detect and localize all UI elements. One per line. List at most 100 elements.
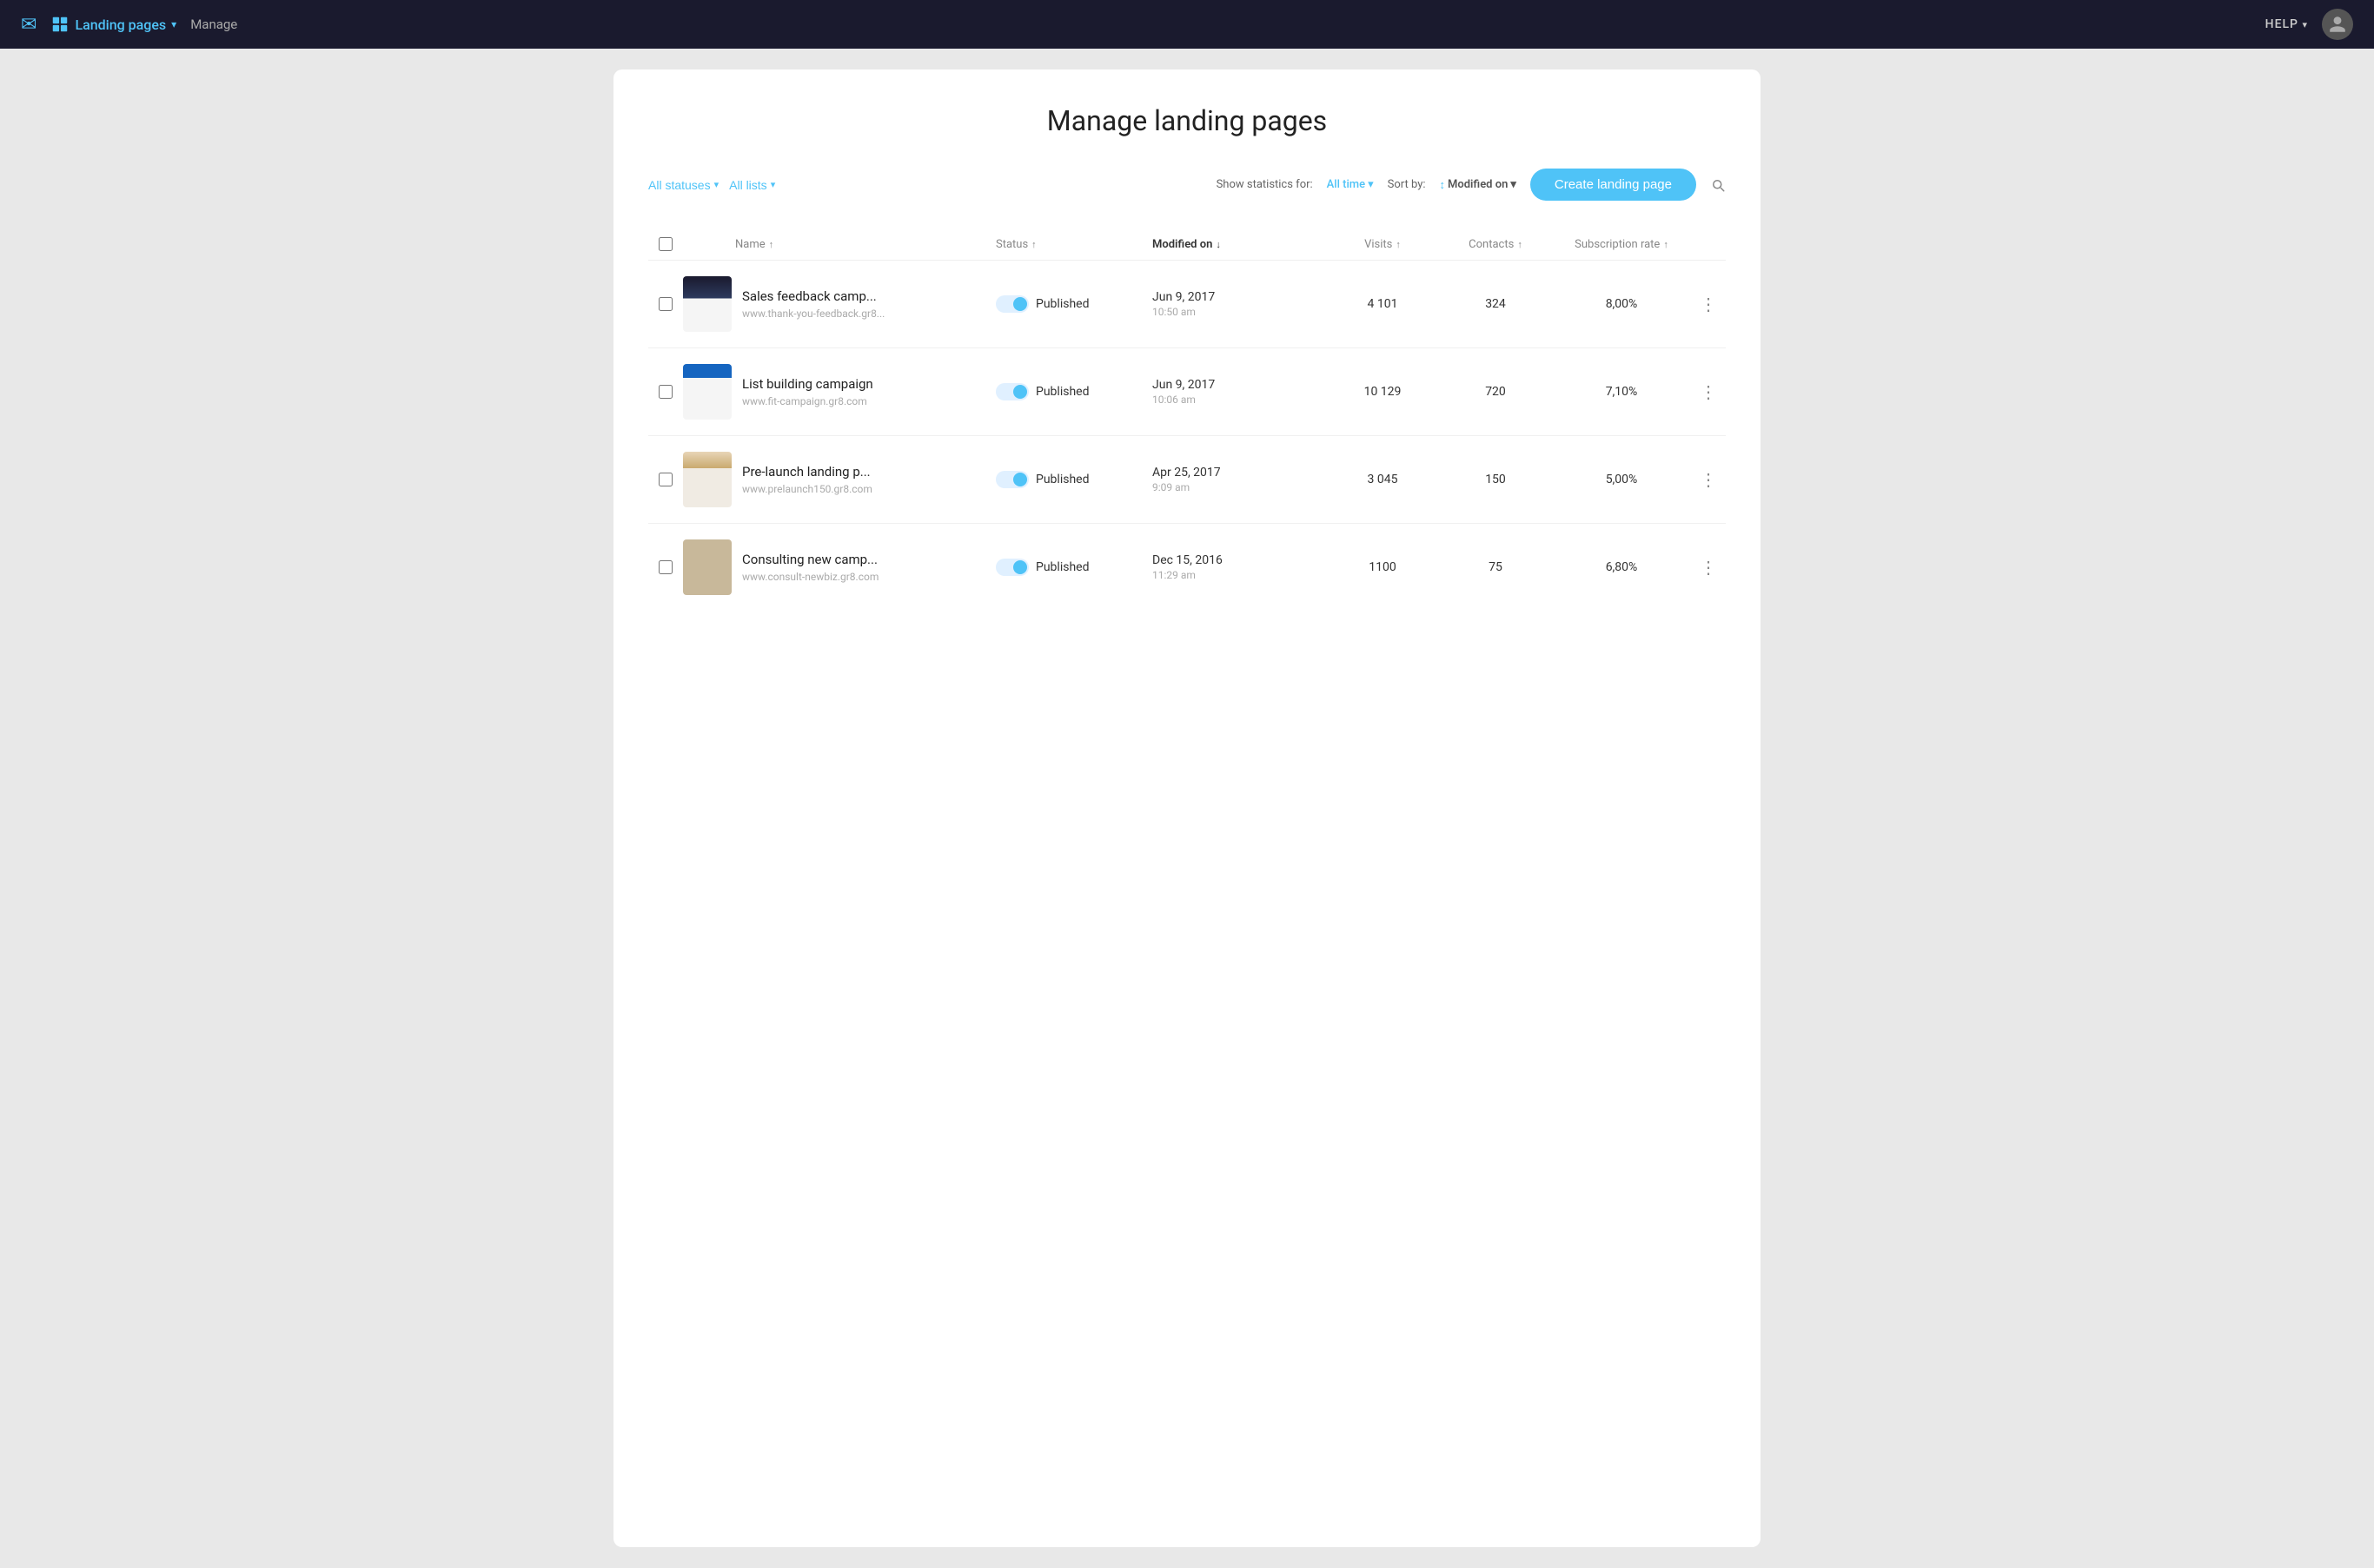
row-more-button-1[interactable]: ⋮ (1691, 381, 1726, 402)
row-url-2: www.prelaunch150.gr8.com (742, 483, 989, 495)
row-name-0: Sales feedback camp... (742, 288, 989, 304)
row-checkbox-1[interactable] (659, 385, 673, 399)
row-checkbox-cell-1[interactable] (648, 385, 683, 399)
toggle-knob-0 (1013, 297, 1027, 311)
landing-pages-nav[interactable]: Landing pages ▾ (50, 15, 176, 34)
row-rate-2: 5,00% (1552, 473, 1691, 486)
status-toggle-0[interactable] (996, 295, 1029, 313)
toolbar-actions: Show statistics for: All time ▾ Sort by:… (1217, 169, 1726, 201)
grid-icon (50, 15, 70, 34)
row-date-cell-0: Jun 9, 2017 10:50 am (1152, 290, 1326, 318)
row-url-1: www.fit-campaign.gr8.com (742, 395, 989, 407)
row-status-2: Published (996, 471, 1152, 488)
row-name-2: Pre-launch landing p... (742, 464, 989, 480)
stats-label: Show statistics for: (1217, 178, 1313, 191)
row-visits-1: 10 129 (1326, 385, 1439, 399)
row-status-3: Published (996, 559, 1152, 576)
row-time-0: 10:50 am (1152, 306, 1326, 318)
row-thumbnail-2 (683, 452, 732, 507)
select-all-checkbox[interactable] (659, 237, 673, 251)
row-info-1: List building campaign www.fit-campaign.… (735, 376, 996, 407)
search-button[interactable] (1710, 177, 1726, 193)
sort-selector[interactable]: ↕ Modified on ▾ (1440, 178, 1516, 192)
col-modified-header[interactable]: Modified on ↓ (1152, 238, 1326, 251)
status-toggle-2[interactable] (996, 471, 1029, 488)
stats-time-selector[interactable]: All time ▾ (1327, 178, 1374, 191)
main-content: Manage landing pages All statuses ▾ All … (613, 69, 1761, 1547)
table-row: Consulting new camp... www.consult-newbi… (648, 524, 1726, 611)
row-date-2: Apr 25, 2017 (1152, 466, 1326, 480)
landing-pages-label: Landing pages (75, 17, 166, 33)
chevron-down-icon: ▾ (171, 18, 176, 30)
row-checkbox-0[interactable] (659, 297, 673, 311)
row-rate-3: 6,80% (1552, 560, 1691, 574)
user-icon (2328, 15, 2347, 34)
row-url-3: www.consult-newbiz.gr8.com (742, 571, 989, 583)
col-rate-header[interactable]: Subscription rate ↑ (1552, 238, 1691, 251)
create-landing-page-button[interactable]: Create landing page (1530, 169, 1696, 201)
thumb-image-2 (683, 452, 732, 507)
help-chevron-icon: ▾ (2302, 19, 2308, 30)
rate-sort-icon: ↑ (1663, 239, 1668, 250)
toolbar: All statuses ▾ All lists ▾ Show statisti… (648, 169, 1726, 201)
table-header: Name ↑ Status ↑ Modified on ↓ Visits ↑ C… (648, 228, 1726, 261)
thumb-image-1 (683, 364, 732, 420)
visits-sort-icon: ↑ (1396, 239, 1401, 250)
row-name-3: Consulting new camp... (742, 552, 989, 567)
row-checkbox-cell-0[interactable] (648, 297, 683, 311)
header-checkbox-cell[interactable] (648, 237, 683, 251)
sort-arrow-icon: ↕ (1440, 178, 1446, 192)
row-info-0: Sales feedback camp... www.thank-you-fee… (735, 288, 996, 320)
sort-label: Sort by: (1388, 178, 1426, 191)
row-rate-0: 8,00% (1552, 297, 1691, 311)
col-contacts-header[interactable]: Contacts ↑ (1439, 238, 1552, 251)
page-title: Manage landing pages (648, 104, 1726, 137)
toggle-knob-3 (1013, 560, 1027, 574)
lists-chevron-icon: ▾ (771, 179, 776, 190)
filter-lists-button[interactable]: All lists ▾ (729, 178, 775, 192)
row-checkbox-cell-2[interactable] (648, 473, 683, 486)
status-toggle-1[interactable] (996, 383, 1029, 400)
row-checkbox-cell-3[interactable] (648, 560, 683, 574)
row-date-3: Dec 15, 2016 (1152, 553, 1326, 567)
row-thumbnail-0 (683, 276, 732, 332)
row-info-3: Consulting new camp... www.consult-newbi… (735, 552, 996, 583)
row-visits-2: 3 045 (1326, 473, 1439, 486)
manage-label: Manage (190, 17, 237, 32)
row-more-button-2[interactable]: ⋮ (1691, 469, 1726, 490)
thumb-image-0 (683, 276, 732, 332)
row-more-button-3[interactable]: ⋮ (1691, 557, 1726, 578)
row-time-1: 10:06 am (1152, 394, 1326, 406)
table-row: Pre-launch landing p... www.prelaunch150… (648, 436, 1726, 524)
row-info-2: Pre-launch landing p... www.prelaunch150… (735, 464, 996, 495)
modified-sort-icon: ↓ (1216, 239, 1221, 250)
help-menu[interactable]: HELP ▾ (2265, 17, 2308, 31)
row-name-1: List building campaign (742, 376, 989, 392)
row-more-button-0[interactable]: ⋮ (1691, 294, 1726, 314)
toolbar-filters: All statuses ▾ All lists ▾ (648, 178, 775, 192)
email-icon: ✉ (21, 14, 36, 36)
row-thumbnail-1 (683, 364, 732, 420)
table-body: Sales feedback camp... www.thank-you-fee… (648, 261, 1726, 611)
col-status-header[interactable]: Status ↑ (996, 238, 1152, 251)
contacts-sort-icon: ↑ (1517, 239, 1522, 250)
status-sort-icon: ↑ (1031, 239, 1037, 250)
status-text-2: Published (1036, 473, 1089, 486)
status-chevron-icon: ▾ (714, 179, 719, 190)
nav-right: HELP ▾ (2265, 9, 2353, 40)
row-date-1: Jun 9, 2017 (1152, 378, 1326, 392)
col-visits-header[interactable]: Visits ↑ (1326, 238, 1439, 251)
user-avatar[interactable] (2322, 9, 2353, 40)
nav-left: ✉ Landing pages ▾ Manage (21, 14, 237, 36)
col-name-header[interactable]: Name ↑ (735, 238, 996, 251)
table-row: Sales feedback camp... www.thank-you-fee… (648, 261, 1726, 348)
row-contacts-1: 720 (1439, 385, 1552, 399)
filter-status-button[interactable]: All statuses ▾ (648, 178, 719, 192)
status-text-3: Published (1036, 560, 1089, 574)
row-checkbox-3[interactable] (659, 560, 673, 574)
row-status-0: Published (996, 295, 1152, 313)
row-checkbox-2[interactable] (659, 473, 673, 486)
name-sort-icon: ↑ (769, 239, 774, 250)
row-contacts-3: 75 (1439, 560, 1552, 574)
status-toggle-3[interactable] (996, 559, 1029, 576)
